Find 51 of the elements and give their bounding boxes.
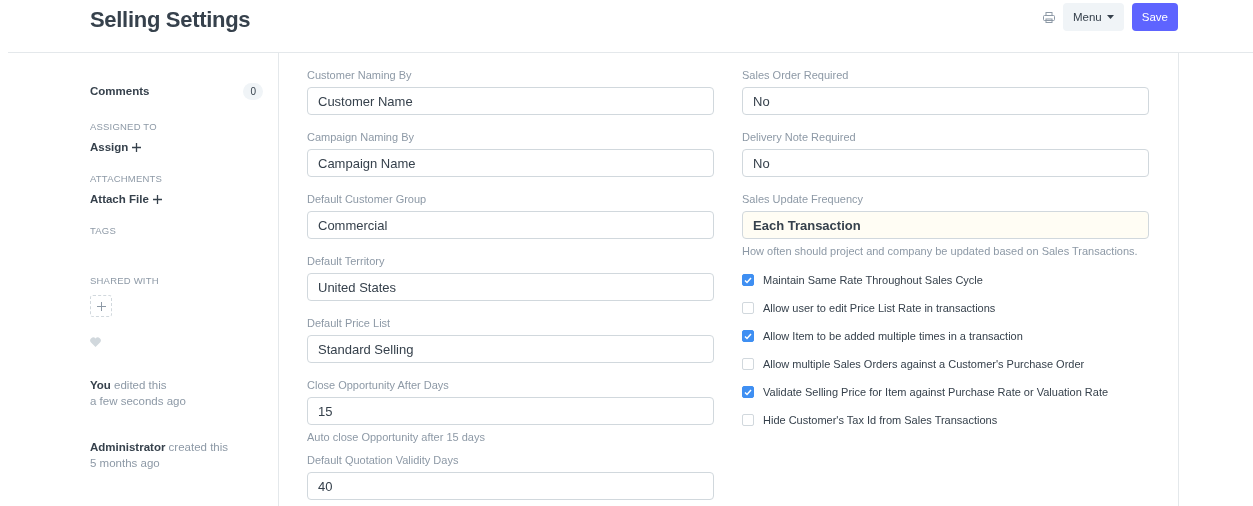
- activity-text: You edited this a few seconds ago: [90, 378, 187, 409]
- plus-icon: [152, 194, 162, 204]
- activity-text: Administrator created this 5 months ago: [90, 440, 230, 471]
- checkbox-label: Allow user to edit Price List Rate in transactions: [763, 302, 996, 314]
- checkbox-label: Maintain Same Rate Throughout Sales Cycle: [763, 274, 983, 286]
- printer-icon[interactable]: [1043, 11, 1055, 23]
- field-label: Default Territory: [307, 255, 386, 267]
- checkbox[interactable]: [742, 274, 754, 286]
- checkbox-label: Allow multiple Sales Orders against a Customer's Purchase Order: [763, 358, 1085, 370]
- input-field[interactable]: Customer Name: [307, 87, 714, 115]
- input-field[interactable]: No: [742, 87, 1149, 115]
- checkbox-label: Validate Selling Price for Item against Purchase Rate or Valuation Rate: [763, 386, 1109, 398]
- input-field[interactable]: Campaign Name: [307, 149, 714, 177]
- help-text: How often should project and company be updated based on Sales Transactions.: [742, 244, 1139, 258]
- section-heading: ATTACHMENTS: [90, 173, 163, 184]
- comments-label: Comments: [90, 85, 150, 97]
- sidebar-link[interactable]: Attach File: [90, 193, 162, 205]
- page-title: Selling Settings: [90, 7, 251, 33]
- checkbox-label: Hide Customer's Tax Id from Sales Transactions: [763, 414, 998, 426]
- field-label: Default Price List: [307, 317, 392, 329]
- input-field[interactable]: No: [742, 149, 1149, 177]
- checkbox[interactable]: [742, 330, 754, 342]
- help-text: Auto close Opportunity after 15 days: [307, 430, 486, 444]
- input-field[interactable]: 40: [307, 472, 714, 500]
- field-label: Sales Update Frequency: [742, 193, 865, 205]
- comment-count: 0: [243, 82, 263, 100]
- plus-icon: [132, 142, 142, 152]
- save-button[interactable]: Save: [1131, 3, 1178, 31]
- add-share-button[interactable]: [90, 295, 112, 317]
- checkbox-label: Allow Item to be added multiple times in a transaction: [763, 330, 1023, 342]
- plus-icon: [96, 301, 106, 311]
- input-field[interactable]: 15: [307, 397, 714, 425]
- input-field[interactable]: United States: [307, 273, 714, 301]
- heart-icon[interactable]: [90, 337, 101, 347]
- input-field[interactable]: Each Transaction: [742, 211, 1149, 239]
- field-label: Delivery Note Required: [742, 131, 857, 143]
- field-label: Default Quotation Validity Days: [307, 454, 460, 466]
- section-heading: ASSIGNED TO: [90, 121, 157, 132]
- field-label: Default Customer Group: [307, 193, 428, 205]
- field-label: Sales Order Required: [742, 69, 850, 81]
- menu-button[interactable]: Menu: [1063, 3, 1124, 31]
- field-label: Close Opportunity After Days: [307, 379, 450, 391]
- input-field[interactable]: Standard Selling: [307, 335, 714, 363]
- section-heading: TAGS: [90, 225, 116, 236]
- field-label: Campaign Naming By: [307, 131, 415, 143]
- input-field[interactable]: Commercial: [307, 211, 714, 239]
- caret-icon: [1106, 15, 1114, 19]
- field-label: Customer Naming By: [307, 69, 413, 81]
- sidebar-link[interactable]: Assign: [90, 141, 142, 153]
- section-heading: SHARED WITH: [90, 275, 159, 286]
- checkbox[interactable]: [742, 386, 754, 398]
